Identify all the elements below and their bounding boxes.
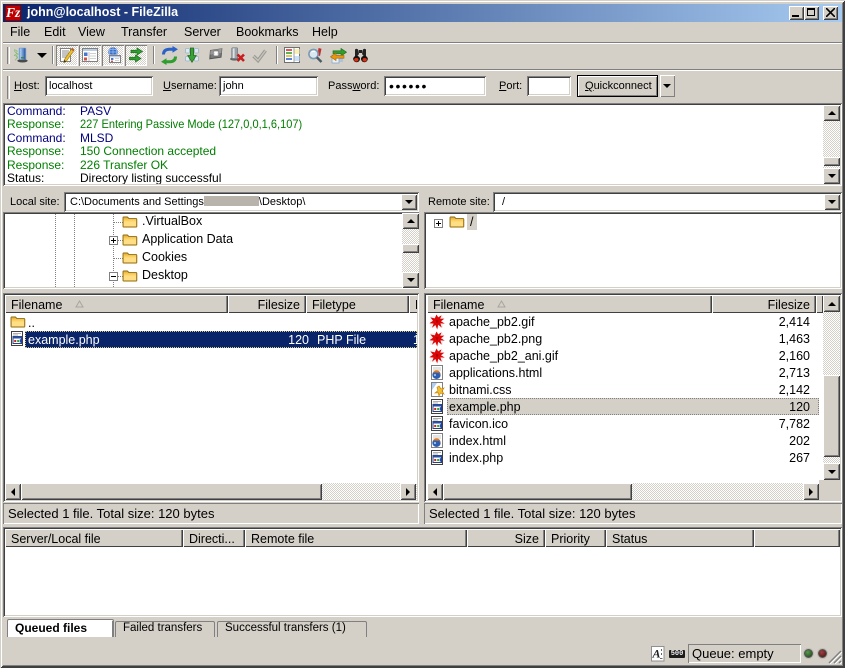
svg-text:A: A	[652, 647, 661, 661]
